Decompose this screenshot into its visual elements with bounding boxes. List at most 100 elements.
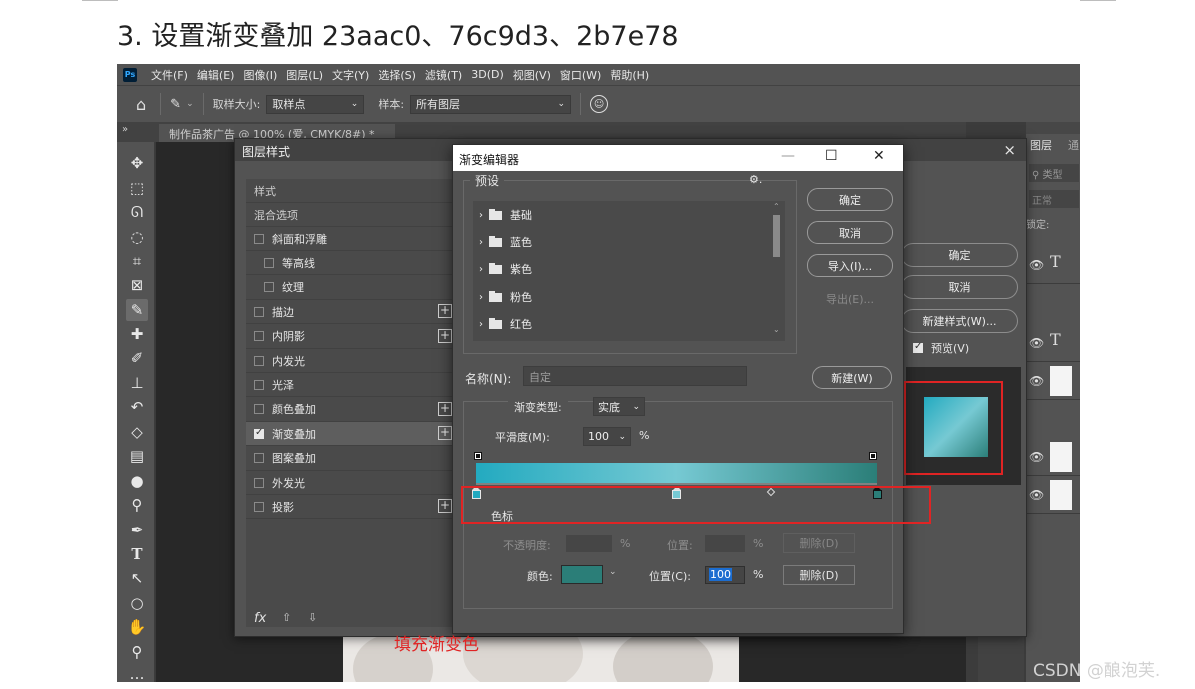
style-item[interactable]: 投影 + [246, 495, 454, 520]
style-checkbox[interactable] [254, 427, 264, 439]
menu-window[interactable]: 窗口(W) [560, 67, 601, 83]
add-effect-icon[interactable]: + [438, 499, 452, 514]
type-icon[interactable]: T [126, 543, 148, 565]
layer-style-cancel-button[interactable]: 取消 [901, 275, 1018, 299]
chevron-right-icon[interactable]: › [479, 264, 483, 275]
new-style-button[interactable]: 新建样式(W)... [901, 309, 1018, 333]
crop-icon[interactable]: ⌗ [126, 250, 148, 272]
style-item[interactable]: 颜色叠加 + [246, 398, 454, 422]
add-effect-icon[interactable]: + [438, 426, 452, 441]
import-button[interactable]: 导入(I)... [807, 254, 893, 277]
style-item[interactable]: 光泽 [246, 373, 454, 398]
layer-row[interactable]: 👁 [1026, 438, 1080, 476]
marquee-icon[interactable]: ⬚ [126, 177, 148, 199]
gradient-ok-button[interactable]: 确定 [807, 188, 893, 211]
style-item[interactable]: 渐变叠加 + [246, 422, 454, 447]
more-icon[interactable]: … [126, 663, 148, 682]
preset-folder[interactable]: › 粉色 [479, 287, 532, 307]
new-gradient-button[interactable]: 新建(W) [812, 366, 892, 389]
style-item[interactable]: 等高线 [246, 251, 454, 276]
menu-file[interactable]: 文件(F) [151, 67, 188, 83]
eye-icon[interactable]: 👁 [1029, 258, 1044, 272]
menu-edit[interactable]: 编辑(E) [197, 67, 235, 83]
eyedropper-tool-icon[interactable]: ✎ [170, 97, 181, 112]
sample-size-select[interactable]: 取样点 ⌄ [266, 94, 365, 114]
chevron-down-icon[interactable]: ⌄ [773, 325, 780, 334]
gear-icon[interactable]: ⚙. [749, 173, 762, 186]
preset-list[interactable]: › 基础 › 蓝色 › 紫色 › 粉色 › 红色 ⌃ ⌄ [473, 201, 785, 341]
stamp-icon[interactable]: ⊥ [126, 372, 148, 394]
style-checkbox[interactable] [254, 404, 264, 415]
close-icon[interactable]: ✕ [873, 148, 885, 164]
layer-row[interactable]: 👁 T [1026, 246, 1080, 284]
style-item[interactable]: 图案叠加 [246, 447, 454, 471]
preset-folder[interactable]: › 红色 [479, 314, 532, 334]
move-up-icon[interactable]: ⇧ [282, 611, 305, 624]
eyedropper-icon[interactable]: ✎ [126, 299, 148, 321]
menu-filter[interactable]: 滤镜(T) [425, 67, 462, 83]
preview-checkbox[interactable]: 预览(V) [913, 340, 969, 356]
lasso-icon[interactable]: ᘏ [126, 201, 148, 223]
eye-icon[interactable]: 👁 [1029, 336, 1044, 350]
healing-icon[interactable]: ✚ [126, 323, 148, 345]
chevron-down-icon[interactable]: ⌄ [609, 567, 617, 577]
layer-search-field[interactable]: ⚲ 类型 [1029, 164, 1079, 182]
gradient-cancel-button[interactable]: 取消 [807, 221, 893, 244]
chevron-up-icon[interactable]: ⌃ [773, 202, 780, 211]
style-checkbox[interactable] [264, 282, 274, 293]
style-checkbox[interactable] [254, 331, 264, 342]
style-item[interactable]: 描边 + [246, 300, 454, 325]
style-checkbox[interactable] [264, 257, 274, 268]
add-effect-icon[interactable]: + [438, 401, 452, 416]
menu-help[interactable]: 帮助(H) [610, 67, 649, 83]
layer-row[interactable]: 👁 [1026, 476, 1080, 514]
preset-folder[interactable]: › 基础 [479, 205, 532, 225]
style-checkbox[interactable] [254, 355, 264, 366]
layer-row[interactable]: 👁 [1026, 362, 1080, 400]
menu-layer[interactable]: 图层(L) [286, 67, 323, 83]
blend-options-item[interactable]: 混合选项 [246, 203, 454, 227]
preset-folder[interactable]: › 紫色 [479, 259, 532, 279]
style-checkbox[interactable] [254, 501, 264, 512]
frame-icon[interactable]: ⊠ [126, 274, 148, 296]
tab-channels[interactable]: 通 [1068, 137, 1079, 153]
style-item[interactable]: 内阴影 + [246, 325, 454, 349]
home-icon[interactable]: ⌂ [136, 95, 146, 114]
fx-icon[interactable]: fx [254, 611, 266, 626]
layer-style-ok-button[interactable]: 确定 [901, 243, 1018, 267]
eye-icon[interactable]: 👁 [1029, 450, 1044, 464]
ellipse-icon[interactable]: ○ [126, 592, 148, 614]
color-location-field[interactable]: 100 [705, 566, 745, 584]
menu-select[interactable]: 选择(S) [378, 67, 416, 83]
style-item[interactable]: 纹理 [246, 276, 454, 300]
chevron-right-icon[interactable]: › [479, 210, 483, 221]
chevron-down-icon[interactable]: ⌄ [186, 99, 194, 109]
stop-color-swatch[interactable] [561, 565, 603, 584]
quick-select-icon[interactable]: ◌ [126, 226, 148, 248]
add-effect-icon[interactable]: + [438, 304, 452, 319]
style-checkbox[interactable] [254, 477, 264, 488]
path-select-icon[interactable]: ↖ [126, 567, 148, 589]
smoothness-field[interactable]: 100 ⌄ [583, 427, 631, 446]
style-item[interactable]: 外发光 [246, 471, 454, 495]
maximize-icon[interactable]: ☐ [825, 148, 838, 164]
hand-icon[interactable]: ✋ [126, 616, 148, 638]
dodge-icon[interactable]: ⚲ [126, 494, 148, 516]
sample-select[interactable]: 所有图层 ⌄ [410, 94, 572, 114]
menu-type[interactable]: 文字(Y) [332, 67, 369, 83]
brush-icon[interactable]: ✐ [126, 347, 148, 369]
tab-layers[interactable]: 图层 [1030, 137, 1052, 153]
gradient-bar[interactable] [476, 463, 877, 483]
move-down-icon[interactable]: ⇩ [308, 611, 331, 624]
chevron-right-icon[interactable]: › [479, 237, 483, 248]
eye-icon[interactable]: 👁 [1029, 374, 1044, 388]
style-checkbox[interactable] [254, 306, 264, 317]
sampling-ring-icon[interactable]: ☺ [590, 95, 609, 113]
layer-row[interactable]: 👁 T [1026, 324, 1080, 362]
style-item[interactable]: 斜面和浮雕 [246, 227, 454, 251]
style-checkbox[interactable] [254, 453, 264, 464]
zoom-icon[interactable]: ⚲ [126, 641, 148, 663]
add-effect-icon[interactable]: + [438, 328, 452, 343]
style-checkbox[interactable] [254, 379, 264, 390]
pen-icon[interactable]: ✒ [126, 519, 148, 541]
